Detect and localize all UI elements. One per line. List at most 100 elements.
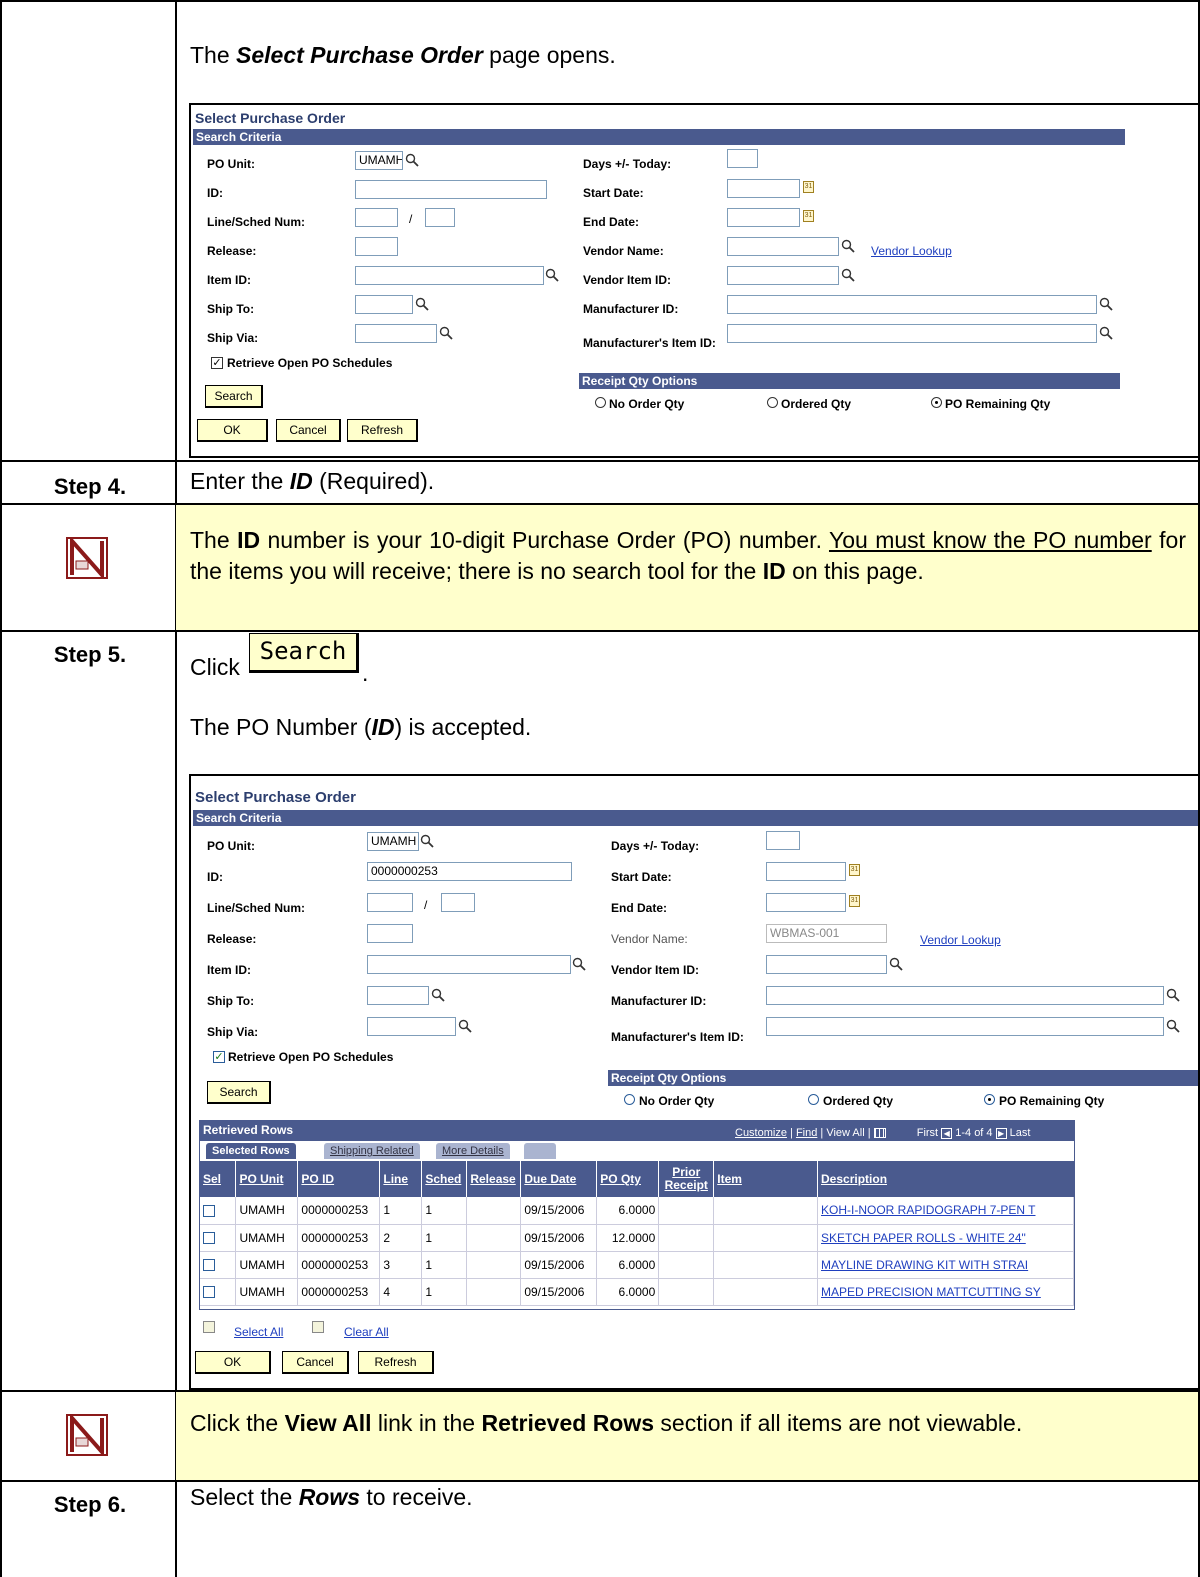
tab-shipping-related[interactable]: Shipping Related [324, 1143, 420, 1159]
item-id-field[interactable] [367, 955, 571, 974]
retrieve-open-checkbox[interactable]: ✓ [211, 357, 223, 369]
cell-description-link[interactable]: KOH-I-NOOR RAPIDOGRAPH 7-PEN T [817, 1197, 1074, 1225]
row-checkbox[interactable] [200, 1278, 237, 1306]
magnifier-icon[interactable] [1099, 326, 1113, 340]
magnifier-icon[interactable] [415, 297, 429, 311]
ok-button[interactable]: OK [195, 1351, 271, 1374]
col-prior-receipt[interactable]: Prior Receipt [658, 1161, 715, 1197]
tab-selected-rows[interactable]: Selected Rows [206, 1143, 296, 1159]
prev-arrow-icon[interactable]: ◀ [941, 1127, 953, 1139]
start-date-field[interactable] [727, 179, 800, 198]
po-unit-field[interactable]: UMAMH [355, 151, 403, 170]
mfr-id-field[interactable] [727, 295, 1097, 314]
no-order-qty-radio[interactable] [624, 1094, 635, 1105]
vendor-item-field[interactable] [727, 266, 839, 285]
vendor-lookup-link[interactable]: Vendor Lookup [871, 244, 952, 258]
col-line[interactable]: Line [379, 1161, 423, 1197]
view-all-link[interactable]: View All [826, 1127, 864, 1139]
first-label[interactable]: First [917, 1127, 938, 1139]
col-po-unit[interactable]: PO Unit [235, 1161, 299, 1197]
id-field[interactable] [355, 180, 547, 199]
ship-to-field[interactable] [367, 986, 429, 1005]
days-field[interactable] [766, 831, 800, 850]
col-sched[interactable]: Sched [421, 1161, 468, 1197]
sched-field[interactable] [425, 208, 455, 227]
refresh-button[interactable]: Refresh [347, 419, 418, 442]
release-field[interactable] [367, 924, 413, 943]
mfr-id-field[interactable] [766, 986, 1164, 1005]
col-po-qty[interactable]: PO Qty [596, 1161, 660, 1197]
next-arrow-icon[interactable]: ▶ [995, 1127, 1007, 1139]
search-button[interactable]: Search [207, 1081, 271, 1104]
col-item[interactable]: Item [713, 1161, 819, 1197]
magnifier-icon[interactable] [1099, 297, 1113, 311]
end-date-field[interactable] [766, 893, 846, 912]
vendor-item-field[interactable] [766, 955, 887, 974]
line-field[interactable] [355, 208, 398, 227]
col-release[interactable]: Release [466, 1161, 522, 1197]
magnifier-icon[interactable] [405, 153, 419, 167]
magnifier-icon[interactable] [431, 988, 445, 1002]
col-description[interactable]: Description [817, 1161, 1074, 1197]
customize-link[interactable]: Customize [735, 1127, 787, 1139]
ship-via-field[interactable] [355, 324, 437, 343]
end-date-field[interactable] [727, 208, 800, 227]
calendar-icon[interactable]: 31 [803, 210, 814, 222]
search-button[interactable]: Search [205, 385, 263, 408]
spreadsheet-icon[interactable] [873, 1128, 886, 1139]
magnifier-icon[interactable] [1166, 988, 1180, 1002]
line-field[interactable] [367, 893, 413, 912]
po-unit-field[interactable]: UMAMH [367, 832, 419, 851]
ok-button[interactable]: OK [197, 419, 268, 442]
cancel-button[interactable]: Cancel [276, 419, 341, 442]
col-due-date[interactable]: Due Date [520, 1161, 598, 1197]
magnifier-icon[interactable] [420, 834, 434, 848]
row-checkbox[interactable] [200, 1197, 237, 1225]
col-po-id[interactable]: PO ID [297, 1161, 381, 1197]
cancel-button[interactable]: Cancel [282, 1351, 349, 1374]
magnifier-icon[interactable] [1166, 1019, 1180, 1033]
vendor-name-field[interactable] [727, 237, 839, 256]
ship-to-field[interactable] [355, 295, 413, 314]
col-sel[interactable]: Sel [200, 1161, 237, 1197]
magnifier-icon[interactable] [841, 239, 855, 253]
last-label[interactable]: Last [1010, 1127, 1031, 1139]
item-id-field[interactable] [355, 266, 544, 285]
calendar-icon[interactable]: 31 [849, 895, 860, 907]
magnifier-icon[interactable] [458, 1019, 472, 1033]
mfr-item-field[interactable] [766, 1017, 1164, 1036]
days-field[interactable] [727, 149, 758, 168]
cell-description-link[interactable]: MAYLINE DRAWING KIT WITH STRAI [817, 1251, 1074, 1279]
ordered-qty-radio[interactable] [808, 1094, 819, 1105]
select-all-icon[interactable] [203, 1321, 215, 1333]
magnifier-icon[interactable] [572, 957, 586, 971]
start-date-field[interactable] [766, 862, 846, 881]
row-checkbox[interactable] [200, 1251, 237, 1279]
cell-description-link[interactable]: MAPED PRECISION MATTCUTTING SY [817, 1278, 1074, 1306]
id-field[interactable]: 0000000253 [367, 862, 572, 881]
tab-more-details[interactable]: More Details [436, 1143, 510, 1159]
ordered-qty-radio[interactable] [767, 397, 778, 408]
magnifier-icon[interactable] [545, 268, 559, 282]
calendar-icon[interactable]: 31 [849, 864, 860, 876]
find-link[interactable]: Find [796, 1127, 817, 1139]
retrieve-open-checkbox[interactable]: ✓ [213, 1051, 225, 1063]
calendar-icon[interactable]: 31 [803, 181, 814, 193]
magnifier-icon[interactable] [889, 957, 903, 971]
mfr-item-field[interactable] [727, 324, 1097, 343]
refresh-button[interactable]: Refresh [358, 1351, 434, 1374]
magnifier-icon[interactable] [439, 326, 453, 340]
ship-via-field[interactable] [367, 1017, 456, 1036]
select-all-link[interactable]: Select All [234, 1325, 283, 1339]
release-field[interactable] [355, 237, 398, 256]
po-remaining-qty-radio[interactable] [931, 397, 942, 408]
cell-description-link[interactable]: SKETCH PAPER ROLLS - WHITE 24" [817, 1224, 1074, 1252]
row-checkbox[interactable] [200, 1224, 237, 1252]
sched-field[interactable] [441, 893, 475, 912]
show-all-columns-icon[interactable] [524, 1143, 556, 1159]
magnifier-icon[interactable] [841, 268, 855, 282]
no-order-qty-radio[interactable] [595, 397, 606, 408]
vendor-lookup-link[interactable]: Vendor Lookup [920, 933, 1001, 947]
clear-all-link[interactable]: Clear All [344, 1325, 389, 1339]
po-remaining-qty-radio[interactable] [984, 1094, 995, 1105]
